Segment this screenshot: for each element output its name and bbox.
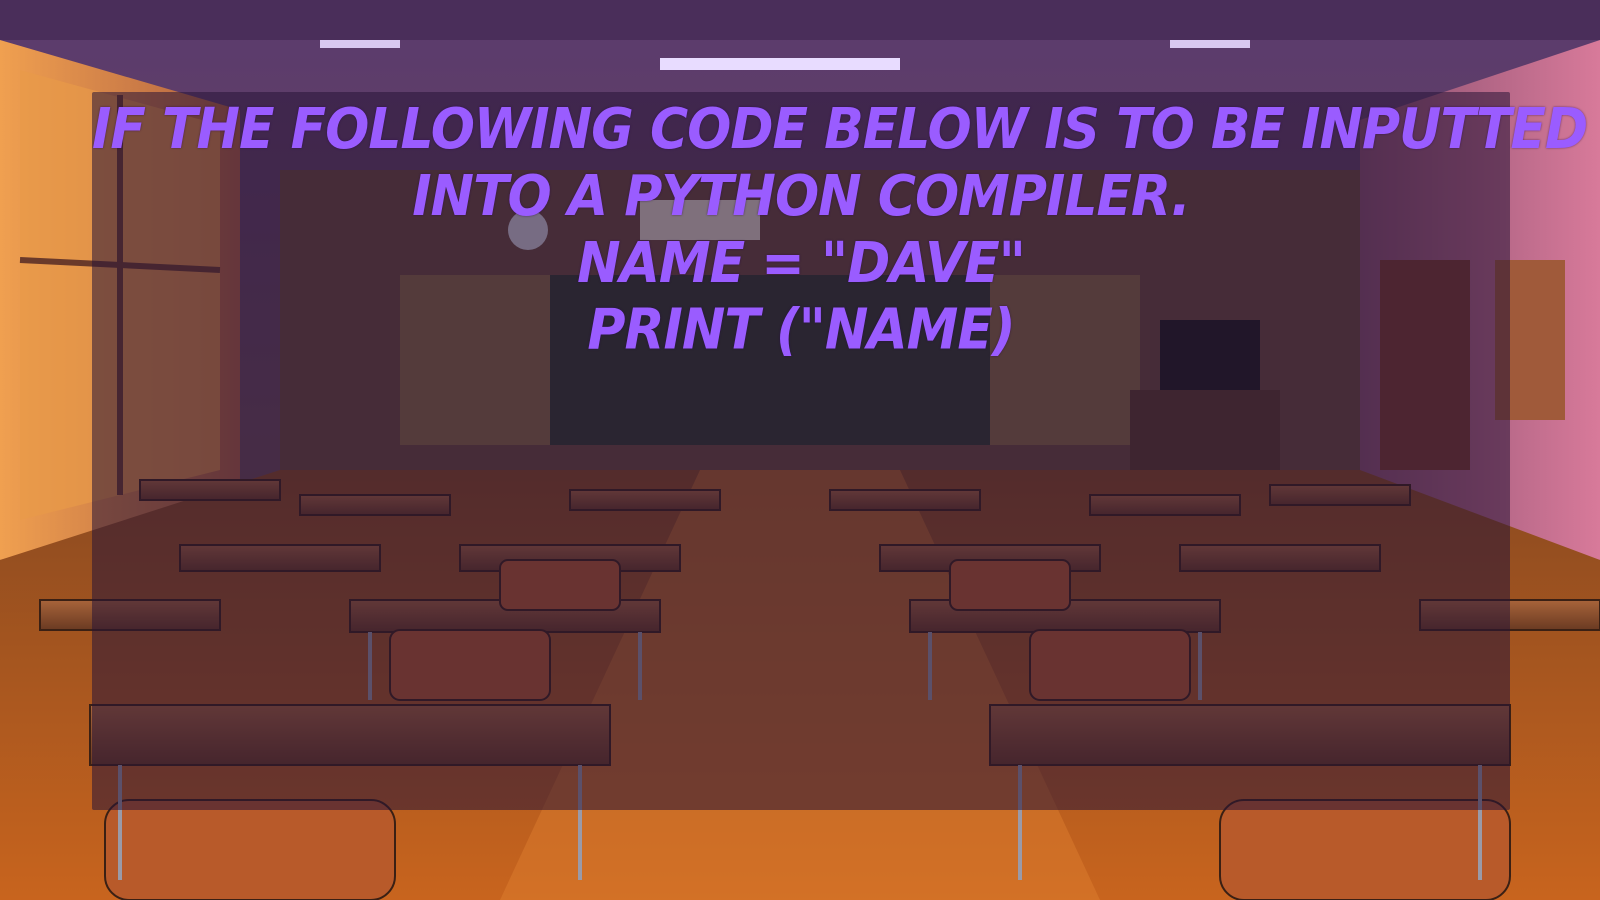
code-line-assignment: NAME = "DAVE"	[577, 231, 1026, 296]
question-line-2: INTO A PYTHON COMPILER.	[412, 164, 1191, 229]
question-text: IF THE FOLLOWING CODE BELOW IS TO BE INP…	[92, 96, 1588, 364]
code-line-print: PRINT ("NAME)	[587, 297, 1015, 363]
question-line-1: IF THE FOLLOWING CODE BELOW IS TO BE INP…	[92, 97, 1588, 162]
